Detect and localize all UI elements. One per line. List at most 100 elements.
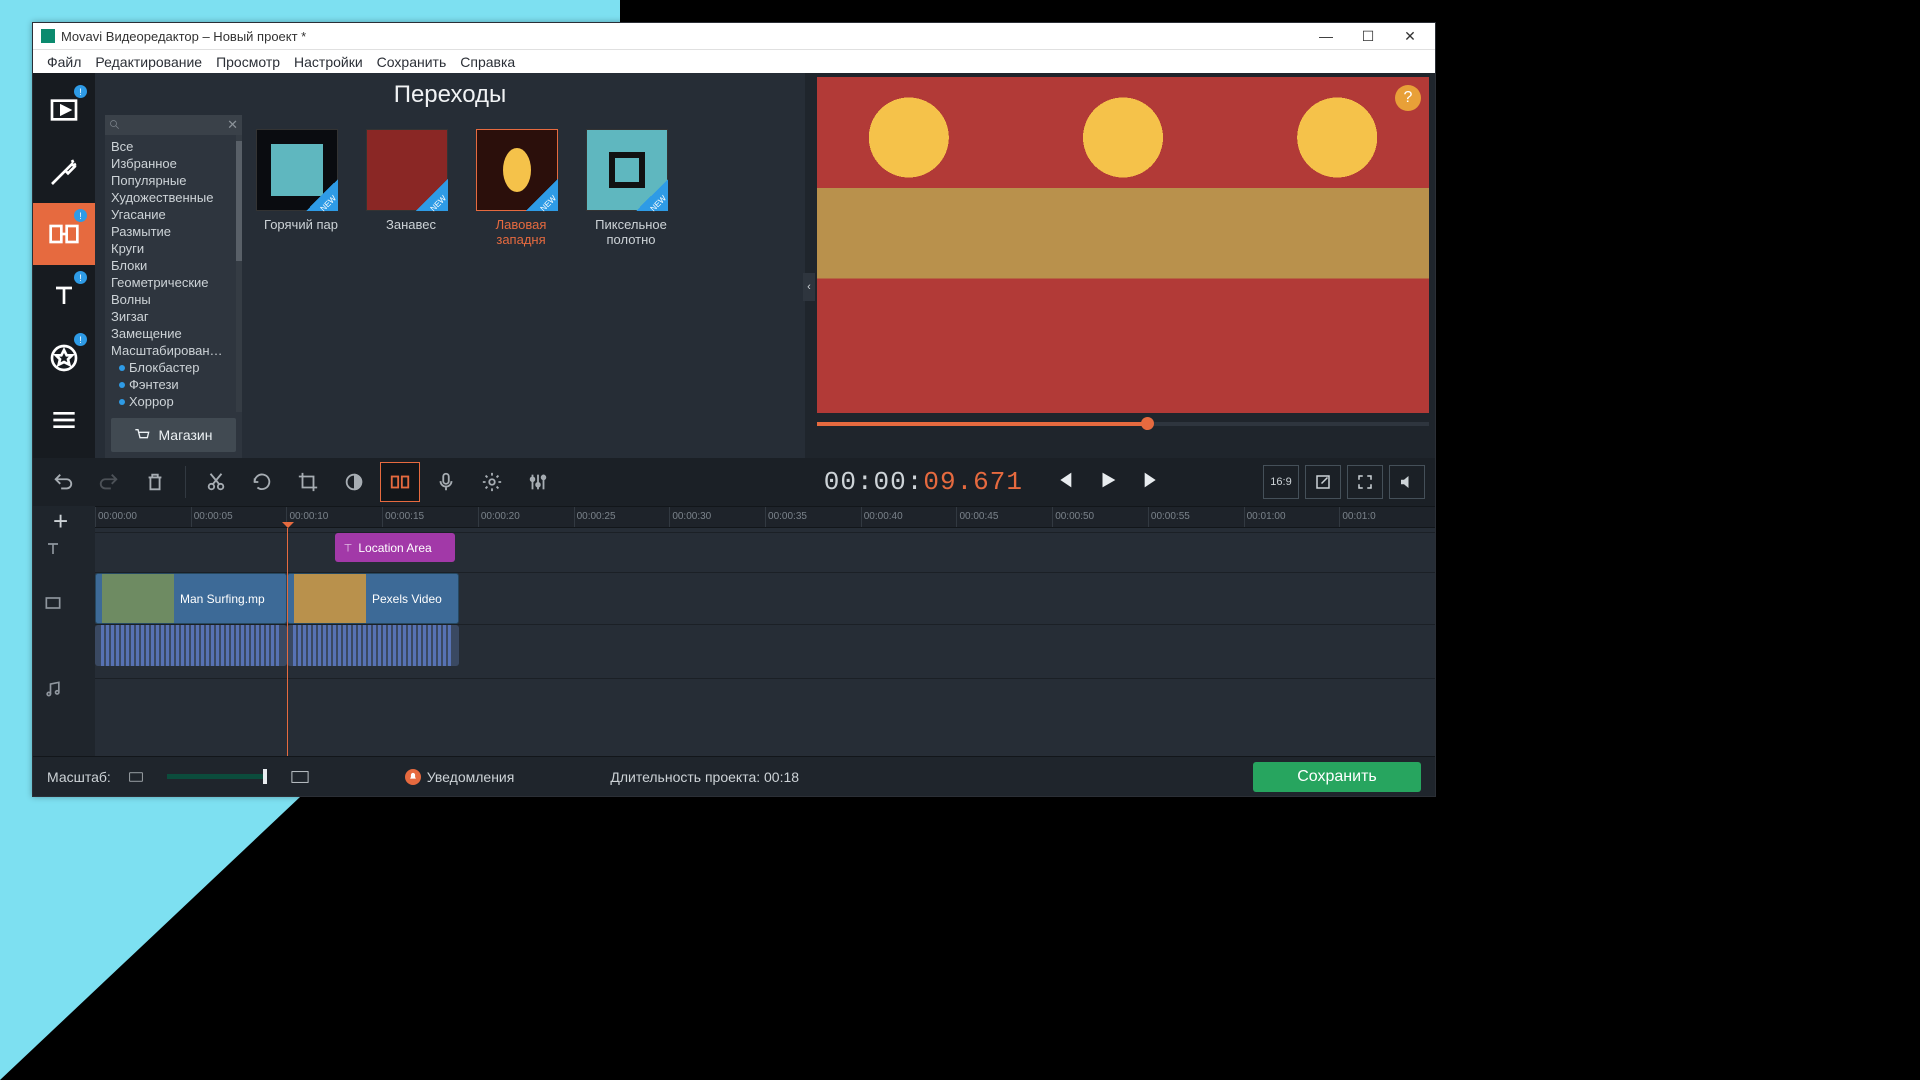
- video-clip-1[interactable]: Man Surfing.mp: [95, 573, 287, 624]
- menu-edit[interactable]: Редактирование: [95, 54, 202, 70]
- clip-label: Man Surfing.mp: [180, 592, 265, 606]
- browser-panel: Переходы ✕ Все Избранное Популярные Худо…: [95, 73, 805, 458]
- timecode-hl: 09.671: [923, 467, 1023, 497]
- audio-clip-2[interactable]: [287, 625, 459, 666]
- record-voice-button[interactable]: [426, 462, 466, 502]
- playhead[interactable]: [287, 528, 288, 756]
- search-icon: [109, 119, 121, 131]
- play-button[interactable]: [1097, 469, 1119, 496]
- preview-canvas[interactable]: ?: [817, 77, 1429, 413]
- transition-item-selected[interactable]: Лавовая западня: [476, 129, 566, 444]
- fullscreen-button[interactable]: [1347, 465, 1383, 499]
- category-item[interactable]: Угасание: [111, 206, 236, 223]
- category-item[interactable]: Избранное: [111, 155, 236, 172]
- audio-track[interactable]: [95, 624, 1435, 666]
- zoom-out-icon[interactable]: [129, 771, 143, 783]
- category-list[interactable]: Все Избранное Популярные Художественные …: [105, 135, 242, 412]
- equalizer-button[interactable]: [518, 462, 558, 502]
- title-bar: Movavi Видеоредактор – Новый проект * — …: [33, 23, 1435, 49]
- project-length: Длительность проекта: 00:18: [610, 769, 799, 785]
- sidebar-titles[interactable]: !: [33, 265, 95, 327]
- timeline-ruler[interactable]: 00:00:00 00:00:05 00:00:10 00:00:15 00:0…: [95, 506, 1435, 528]
- zoom-in-icon[interactable]: [291, 770, 309, 784]
- category-item[interactable]: Фэнтези: [111, 376, 236, 393]
- category-scrollbar[interactable]: [236, 135, 242, 412]
- text-clip[interactable]: Location Area: [335, 533, 455, 562]
- redo-button[interactable]: [89, 462, 129, 502]
- save-button[interactable]: Сохранить: [1253, 762, 1421, 792]
- notifications-label: Уведомления: [427, 769, 515, 785]
- category-item[interactable]: Размытие: [111, 223, 236, 240]
- mute-button[interactable]: [1389, 465, 1425, 499]
- delete-button[interactable]: [135, 462, 175, 502]
- browser-title: Переходы: [95, 73, 805, 115]
- menu-save[interactable]: Сохранить: [377, 54, 447, 70]
- gutter-text-track[interactable]: [43, 534, 85, 564]
- video-track[interactable]: Man Surfing.mp Pexels Video: [95, 572, 1435, 624]
- category-item[interactable]: Волны: [111, 291, 236, 308]
- category-item[interactable]: Замещение: [111, 325, 236, 342]
- category-item[interactable]: Популярные: [111, 172, 236, 189]
- gutter-music-track[interactable]: [43, 674, 85, 704]
- undo-button[interactable]: [43, 462, 83, 502]
- category-item[interactable]: Все: [111, 138, 236, 155]
- sidebar-transitions[interactable]: !: [33, 203, 95, 265]
- audio-clip-1[interactable]: [95, 625, 287, 666]
- transition-tool-button[interactable]: [380, 462, 420, 502]
- shop-button[interactable]: Магазин: [111, 418, 236, 452]
- window-title: Movavi Видеоредактор – Новый проект *: [61, 29, 306, 44]
- crop-button[interactable]: [288, 462, 328, 502]
- menu-help[interactable]: Справка: [460, 54, 515, 70]
- rotate-button[interactable]: [242, 462, 282, 502]
- maximize-button[interactable]: ☐: [1347, 23, 1389, 49]
- prev-button[interactable]: [1053, 469, 1075, 496]
- cart-icon: [134, 428, 150, 442]
- tracks-area[interactable]: Location Area Man Surfing.mp Pexels Vide…: [95, 528, 1435, 756]
- color-button[interactable]: [334, 462, 374, 502]
- menu-bar: Файл Редактирование Просмотр Настройки С…: [33, 49, 1435, 73]
- category-item[interactable]: Блокбастер: [111, 359, 236, 376]
- transition-item[interactable]: Пиксельное полотно: [586, 129, 676, 444]
- zoom-slider[interactable]: [167, 774, 267, 779]
- category-item[interactable]: Художественные: [111, 189, 236, 206]
- sidebar-media[interactable]: !: [33, 79, 95, 141]
- preview-seekbar[interactable]: [817, 417, 1429, 431]
- seek-thumb[interactable]: [1141, 417, 1154, 430]
- collapse-browser[interactable]: ‹: [803, 273, 815, 301]
- minimize-button[interactable]: —: [1305, 23, 1347, 49]
- gutter-video-track[interactable]: [43, 588, 85, 618]
- menu-settings[interactable]: Настройки: [294, 54, 363, 70]
- video-clip-2[interactable]: Pexels Video: [287, 573, 459, 624]
- category-item[interactable]: Геометрические: [111, 274, 236, 291]
- settings-button[interactable]: [472, 462, 512, 502]
- help-button[interactable]: ?: [1395, 85, 1421, 111]
- menu-view[interactable]: Просмотр: [216, 54, 280, 70]
- close-button[interactable]: ✕: [1389, 23, 1431, 49]
- add-track-button[interactable]: +: [43, 506, 85, 536]
- transition-item[interactable]: Занавес: [366, 129, 456, 444]
- aspect-button[interactable]: 16:9: [1263, 465, 1299, 499]
- transition-label: Лавовая западня: [476, 217, 566, 247]
- sidebar-more[interactable]: [33, 389, 95, 451]
- timecode: 00:00:09.671: [824, 467, 1023, 497]
- category-item[interactable]: Масштабирован…: [111, 342, 236, 359]
- sidebar-effects[interactable]: [33, 141, 95, 203]
- category-item[interactable]: Зигзаг: [111, 308, 236, 325]
- transition-item[interactable]: Горячий пар: [256, 129, 346, 444]
- category-item[interactable]: Хоррор: [111, 393, 236, 410]
- category-item[interactable]: Круги: [111, 240, 236, 257]
- transition-label: Занавес: [366, 217, 456, 232]
- notifications[interactable]: Уведомления: [405, 769, 515, 785]
- category-item[interactable]: Блоки: [111, 257, 236, 274]
- category-search[interactable]: ✕: [105, 115, 242, 135]
- clear-search-icon[interactable]: ✕: [227, 117, 238, 133]
- detach-preview-button[interactable]: [1305, 465, 1341, 499]
- text-track[interactable]: Location Area: [95, 532, 1435, 562]
- status-bar: Масштаб: Уведомления Длительность проект…: [33, 756, 1435, 796]
- sidebar-stickers[interactable]: !: [33, 327, 95, 389]
- badge-icon: !: [74, 209, 87, 222]
- music-track[interactable]: [95, 678, 1435, 710]
- cut-button[interactable]: [196, 462, 236, 502]
- menu-file[interactable]: Файл: [47, 54, 81, 70]
- next-button[interactable]: [1141, 469, 1163, 496]
